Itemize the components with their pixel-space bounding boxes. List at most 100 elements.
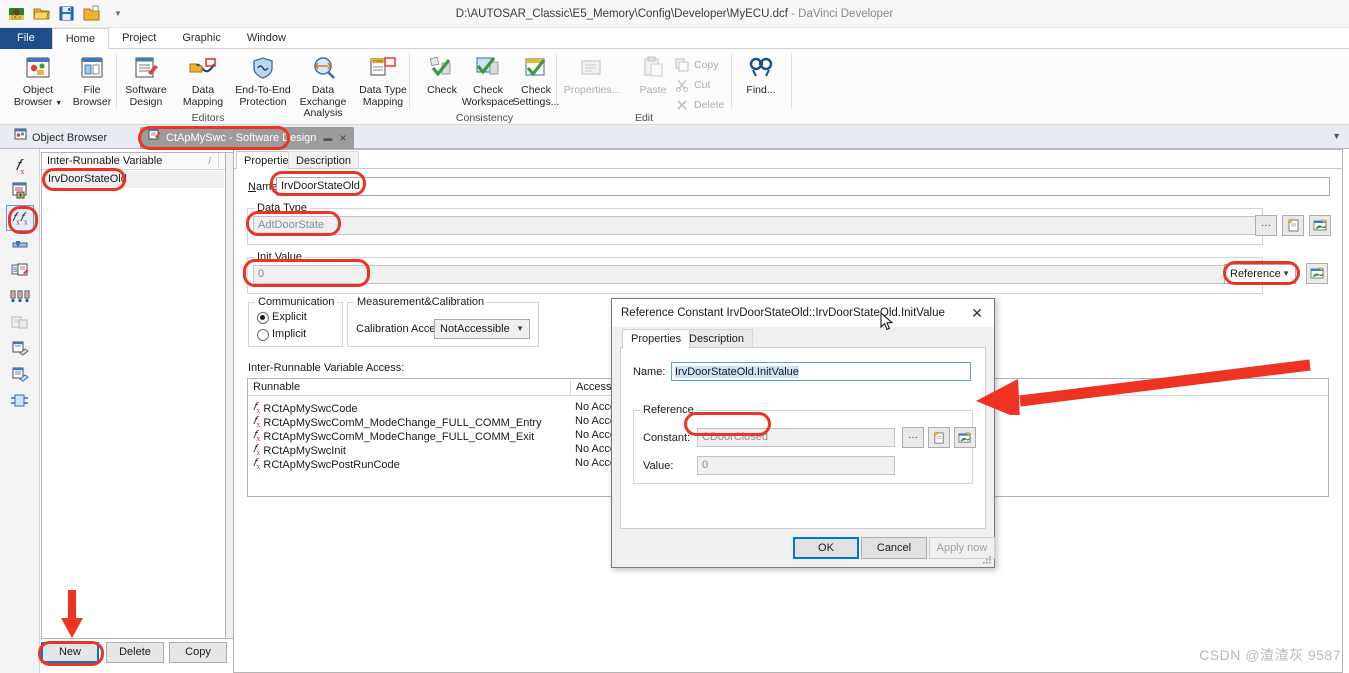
document-tab-object-browser-label: Object Browser bbox=[32, 132, 108, 144]
ribbon-right-divider bbox=[791, 53, 792, 109]
column-header-access[interactable]: Access bbox=[570, 379, 611, 396]
new-button[interactable]: New bbox=[41, 642, 99, 663]
delete-button[interactable]: Delete bbox=[106, 642, 164, 663]
column-resize-handle[interactable] bbox=[218, 153, 225, 169]
name-input-value: IrvDoorStateOld bbox=[281, 180, 360, 192]
rail-item-exclusive-area[interactable] bbox=[6, 337, 34, 363]
chevron-down-icon[interactable]: ▼ bbox=[1332, 131, 1341, 141]
access-section-label: Inter-Runnable Variable Access: bbox=[248, 362, 405, 374]
dialog-title: Reference Constant IrvDoorStateOld::IrvD… bbox=[612, 299, 994, 327]
window-title-app: - DaVinci Developer bbox=[787, 8, 894, 20]
inter-runnable-variable-icon: 𝑓x𝑓x bbox=[12, 209, 28, 227]
constant-browse-button[interactable] bbox=[954, 427, 976, 448]
calibration-access-value: NotAccessible bbox=[440, 323, 510, 335]
rail-item-inter-runnable-variable[interactable]: 𝑓x𝑓x bbox=[6, 205, 34, 231]
window-title-path: D:\AUTOSAR_Classic\E5_Memory\Config\Deve… bbox=[455, 8, 788, 20]
port-prototype-icon: 𝑓x bbox=[15, 157, 25, 176]
ribbon-button-object-browser[interactable]: Object Browser ▼ bbox=[10, 53, 66, 109]
constant-ellipsis-button[interactable]: ··· bbox=[902, 427, 924, 448]
ribbon-button-end-to-end-protection[interactable]: End-To-End Protection bbox=[232, 53, 294, 108]
init-value-input[interactable]: 0 bbox=[253, 265, 1256, 284]
svg-text:TYPE: TYPE bbox=[373, 59, 384, 64]
ribbon-group-edit: Properties... Paste Copy Cut Delete Edit… bbox=[559, 49, 792, 125]
value-input[interactable]: 0 bbox=[697, 456, 895, 475]
column-header-runnable[interactable]: Runnable bbox=[253, 379, 300, 396]
exclusive-area-icon bbox=[11, 341, 29, 360]
rail-item-server-call-point[interactable] bbox=[6, 179, 34, 205]
init-value-browse-button[interactable] bbox=[1306, 263, 1328, 284]
file-browser-icon bbox=[64, 53, 120, 83]
constant-input[interactable]: CDoorClosed bbox=[697, 428, 895, 447]
ribbon-tab-graphic[interactable]: Graphic bbox=[169, 28, 234, 49]
ribbon-button-file-browser[interactable]: File Browser bbox=[64, 53, 120, 108]
ribbon-button-copy-label: Copy bbox=[694, 59, 719, 71]
ribbon-button-find[interactable]: Find... bbox=[733, 53, 789, 97]
list-item[interactable]: IrvDoorStateOld bbox=[43, 171, 224, 188]
radio-explicit[interactable]: Explicit bbox=[257, 311, 307, 324]
ribbon-group-editors: Object Browser ▼ File Browser Software Desi… bbox=[6, 49, 410, 125]
document-tab-object-browser[interactable]: Object Browser bbox=[6, 127, 115, 149]
copy-button[interactable]: Copy bbox=[169, 642, 227, 663]
init-value-mode-select[interactable]: Reference ▼ bbox=[1224, 264, 1296, 284]
ribbon-button-properties: Properties... bbox=[561, 53, 623, 97]
ribbon-button-file-browser-label: File Browser bbox=[72, 84, 112, 108]
ribbon-button-properties-label: Properties... bbox=[563, 84, 621, 96]
ribbon-button-cut-label: Cut bbox=[694, 79, 711, 91]
rail-item-shared-parameter[interactable] bbox=[6, 311, 34, 337]
rail-item-mode-switch-point[interactable] bbox=[6, 233, 34, 259]
dialog-tab-properties[interactable]: Properties bbox=[622, 329, 691, 349]
data-type-value: AdtDoorState bbox=[258, 219, 325, 231]
close-icon[interactable]: ✕ bbox=[964, 303, 990, 324]
ribbon-tab-window[interactable]: Window bbox=[234, 28, 299, 49]
data-type-input[interactable]: AdtDoorState bbox=[253, 216, 1256, 235]
dialog-tab-description[interactable]: Description bbox=[680, 329, 754, 348]
close-tab-icon[interactable]: × bbox=[339, 127, 346, 149]
chevron-down-icon: ▼ bbox=[1282, 269, 1290, 278]
ribbon-button-data-type-mapping[interactable]: TYPE Data Type Mapping bbox=[352, 53, 414, 108]
calibration-access-select[interactable]: NotAccessible ▼ bbox=[434, 319, 530, 339]
ribbon-button-cut: Cut bbox=[675, 77, 737, 94]
name-input[interactable]: IrvDoorStateOld bbox=[276, 177, 1330, 196]
document-tab-software-design[interactable]: CtApMySwc - Software Design ▬ × bbox=[140, 127, 355, 149]
inter-runnable-variable-list: Inter-Runnable Variable / IrvDoorStateOl… bbox=[41, 152, 226, 639]
list-column-header[interactable]: Inter-Runnable Variable / bbox=[42, 153, 225, 170]
shared-parameter-icon bbox=[11, 315, 29, 334]
editor-tab-strip: Properties Description bbox=[234, 150, 1342, 169]
radio-implicit[interactable]: Implicit bbox=[257, 328, 306, 341]
ribbon-tab-home[interactable]: Home bbox=[51, 28, 110, 50]
rail-item-component-ports[interactable] bbox=[6, 389, 34, 415]
resize-grip-icon[interactable] bbox=[982, 555, 992, 565]
chevron-down-icon: ▼ bbox=[516, 324, 524, 333]
data-type-new-button[interactable] bbox=[1282, 215, 1304, 236]
document-tab-software-design-label: CtApMySwc - Software Design bbox=[166, 132, 317, 144]
ribbon-button-end-to-end-protection-label: End-To-End Protection bbox=[235, 84, 291, 108]
ribbon-button-data-type-mapping-label: Data Type Mapping bbox=[359, 84, 407, 108]
constant-new-button[interactable] bbox=[928, 427, 950, 448]
list-item-label: IrvDoorStateOld bbox=[48, 173, 127, 185]
cut-icon bbox=[675, 78, 689, 92]
data-type-ellipsis-button[interactable]: ··· bbox=[1255, 215, 1277, 236]
data-type-browse-button[interactable] bbox=[1309, 215, 1331, 236]
cancel-button[interactable]: Cancel bbox=[861, 537, 927, 559]
rail-item-static-memory[interactable]: S bbox=[6, 259, 34, 285]
pin-tab-icon[interactable]: ▬ bbox=[323, 127, 332, 149]
init-value-value: 0 bbox=[258, 268, 265, 280]
runnable-icon: 𝑓x bbox=[253, 457, 261, 472]
dialog-name-input[interactable]: IrvDoorStateOld.InitValue bbox=[671, 362, 971, 381]
communication-caption: Communication bbox=[255, 296, 338, 308]
tab-description[interactable]: Description bbox=[288, 151, 360, 169]
dialog-body: Description Properties Name: IrvDoorStat… bbox=[620, 329, 986, 529]
ribbon-button-data-exchange-analysis[interactable]: Data Exchange Analysis bbox=[292, 53, 354, 120]
static-memory-icon: S bbox=[11, 262, 29, 283]
ribbon-button-software-design[interactable]: Software Design bbox=[118, 53, 174, 108]
ribbon-tab-project[interactable]: Project bbox=[109, 28, 169, 49]
rail-item-per-instance-memory[interactable] bbox=[6, 285, 34, 311]
rail-item-port-prototype[interactable]: 𝑓x bbox=[6, 153, 34, 179]
ribbon-tab-strip: File Home Project Graphic Window bbox=[0, 28, 1349, 50]
ok-button[interactable]: OK bbox=[793, 537, 859, 559]
ribbon-tab-file[interactable]: File bbox=[0, 28, 52, 49]
ribbon-button-data-mapping[interactable]: Data Mapping bbox=[172, 53, 234, 108]
quick-access-toolbar: DEV ▼ D:\AUTOSAR_Classic\E5_Memory\Confi… bbox=[0, 0, 1349, 28]
ribbon-group-consistency-label: Consistency bbox=[455, 112, 514, 124]
rail-item-runnable-entity[interactable] bbox=[6, 363, 34, 389]
